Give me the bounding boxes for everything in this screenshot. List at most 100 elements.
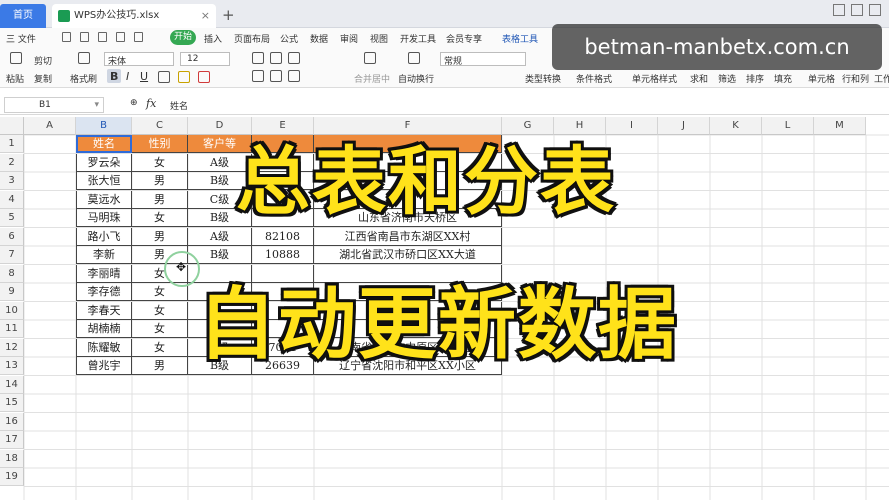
column-header-a[interactable]: A: [24, 117, 76, 135]
table-cell[interactable]: 82108: [252, 227, 314, 246]
row-header-14[interactable]: 14: [0, 375, 24, 394]
cut-button[interactable]: 剪切: [34, 54, 52, 67]
menu-member[interactable]: 会员专享: [446, 32, 482, 45]
row-header-16[interactable]: 16: [0, 412, 24, 431]
formula-input[interactable]: 姓名: [170, 99, 188, 112]
paste-button[interactable]: 粘贴: [6, 72, 24, 85]
table-header-cell[interactable]: 姓名: [76, 135, 132, 153]
conditional-format-button[interactable]: 条件格式: [576, 72, 612, 85]
menu-data[interactable]: 数据: [310, 32, 328, 45]
table-cell[interactable]: 男: [132, 227, 188, 246]
fill-button[interactable]: 填充: [774, 72, 792, 85]
column-header-c[interactable]: C: [132, 117, 188, 135]
align-middle-icon[interactable]: [270, 52, 282, 64]
table-cell[interactable]: 罗云朵: [76, 153, 132, 172]
table-cell[interactable]: 曾兆宇: [76, 357, 132, 375]
row-header-5[interactable]: 5: [0, 209, 24, 227]
table-cell[interactable]: 女: [132, 338, 188, 357]
align-right-icon[interactable]: [288, 70, 300, 82]
menu-view[interactable]: 视图: [370, 32, 388, 45]
menu-page-layout[interactable]: 页面布局: [234, 32, 270, 45]
table-cell[interactable]: 女: [132, 301, 188, 320]
new-tab-button[interactable]: +: [222, 4, 235, 26]
table-cell[interactable]: 马明珠: [76, 209, 132, 227]
table-cell[interactable]: 胡楠楠: [76, 320, 132, 338]
align-top-icon[interactable]: [252, 52, 264, 64]
merge-icon[interactable]: [364, 52, 376, 64]
maximize-icon[interactable]: [869, 4, 881, 16]
table-cell[interactable]: 女: [132, 320, 188, 338]
table-cell[interactable]: 莫远水: [76, 190, 132, 209]
italic-button[interactable]: I: [126, 70, 129, 83]
table-cell[interactable]: 男: [132, 357, 188, 375]
row-header-1[interactable]: 1: [0, 135, 24, 153]
row-header-11[interactable]: 11: [0, 320, 24, 338]
table-cell[interactable]: 路小飞: [76, 227, 132, 246]
row-header-19[interactable]: 19: [0, 468, 24, 486]
row-header-12[interactable]: 12: [0, 338, 24, 357]
menu-table-tools[interactable]: 表格工具: [502, 32, 538, 45]
quick-save-icon[interactable]: [62, 32, 71, 42]
row-col-button[interactable]: 行和列: [842, 72, 869, 85]
column-header-b[interactable]: B: [76, 117, 132, 135]
underline-button[interactable]: U: [140, 70, 148, 83]
home-tab[interactable]: 首页: [0, 4, 46, 28]
paste-icon[interactable]: [10, 52, 22, 64]
table-cell[interactable]: 女: [132, 153, 188, 172]
row-header-6[interactable]: 6: [0, 227, 24, 246]
column-header-k[interactable]: K: [710, 117, 762, 135]
fill-color-icon[interactable]: [178, 71, 190, 83]
undo-icon[interactable]: [116, 32, 125, 42]
table-cell[interactable]: 李存德: [76, 283, 132, 301]
menu-developer[interactable]: 开发工具: [400, 32, 436, 45]
row-header-13[interactable]: 13: [0, 357, 24, 375]
menu-start[interactable]: 开始: [170, 30, 196, 45]
align-left-icon[interactable]: [252, 70, 264, 82]
menu-formula[interactable]: 公式: [280, 32, 298, 45]
menu-insert[interactable]: 插入: [204, 32, 222, 45]
row-header-2[interactable]: 2: [0, 153, 24, 172]
wrap-text-icon[interactable]: [408, 52, 420, 64]
minimize-icon[interactable]: [851, 4, 863, 16]
worksheet-button[interactable]: 工作: [874, 72, 889, 85]
merge-center-button[interactable]: 合并居中: [354, 72, 390, 85]
select-all-corner[interactable]: [0, 117, 24, 135]
close-tab-icon[interactable]: ×: [201, 4, 210, 28]
type-convert-button[interactable]: 类型转换: [525, 72, 561, 85]
format-painter-button[interactable]: 格式刷: [70, 72, 97, 85]
table-cell[interactable]: A级: [188, 227, 252, 246]
cell-button[interactable]: 单元格: [808, 72, 835, 85]
quick-preview-icon[interactable]: [98, 32, 107, 42]
table-cell[interactable]: 女: [132, 209, 188, 227]
copy-button[interactable]: 复制: [34, 72, 52, 85]
align-bottom-icon[interactable]: [288, 52, 300, 64]
border-icon[interactable]: [158, 71, 170, 83]
row-header-15[interactable]: 15: [0, 394, 24, 412]
sort-button[interactable]: 排序: [746, 72, 764, 85]
table-cell[interactable]: 张大恒: [76, 172, 132, 190]
sum-button[interactable]: 求和: [690, 72, 708, 85]
fx-icon[interactable]: fx: [146, 97, 156, 110]
row-header-8[interactable]: 8: [0, 264, 24, 283]
file-tab[interactable]: WPS办公技巧.xlsx ×: [52, 4, 216, 28]
column-header-j[interactable]: J: [658, 117, 710, 135]
format-painter-icon[interactable]: [78, 52, 90, 64]
column-header-l[interactable]: L: [762, 117, 814, 135]
wrap-text-button[interactable]: 自动换行: [398, 72, 434, 85]
table-cell[interactable]: 江西省南昌市东湖区XX村: [314, 227, 502, 246]
font-name-select[interactable]: 宋体: [104, 52, 174, 67]
row-header-3[interactable]: 3: [0, 172, 24, 190]
row-header-18[interactable]: 18: [0, 449, 24, 468]
row-header-10[interactable]: 10: [0, 301, 24, 320]
cell-style-button[interactable]: 单元格样式: [632, 72, 677, 85]
menu-review[interactable]: 审阅: [340, 32, 358, 45]
bold-button[interactable]: B: [110, 70, 118, 83]
row-header-7[interactable]: 7: [0, 246, 24, 264]
table-cell[interactable]: 陈耀敏: [76, 338, 132, 357]
table-cell[interactable]: 男: [132, 172, 188, 190]
font-color-icon[interactable]: [198, 71, 210, 83]
window-layout-icon[interactable]: [833, 4, 845, 16]
table-cell[interactable]: 李丽晴: [76, 264, 132, 283]
table-header-cell[interactable]: 性别: [132, 135, 188, 153]
row-header-4[interactable]: 4: [0, 190, 24, 209]
